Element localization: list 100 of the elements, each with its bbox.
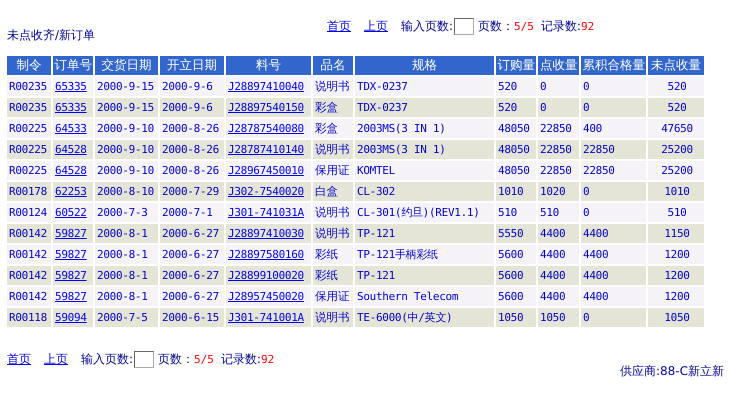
column-header: 点收量 xyxy=(538,56,579,75)
record-label: 记录数: xyxy=(540,18,581,35)
table-cell: 25200 xyxy=(648,140,704,159)
table-cell: 520 xyxy=(648,77,704,96)
column-header: 品名 xyxy=(313,56,353,75)
table-cell: TE-6000(中/英文) xyxy=(355,308,494,327)
table-cell: 2000-8-26 xyxy=(160,119,224,138)
table-cell: 说明书 xyxy=(313,308,353,327)
table-cell: CL-302 xyxy=(355,182,494,201)
table-cell: 520 xyxy=(648,98,704,117)
table-cell: 5600 xyxy=(496,266,536,285)
table-cell: R00178 xyxy=(7,182,51,201)
table-cell: 4400 xyxy=(538,287,579,306)
table-cell: 0 xyxy=(581,77,646,96)
table-cell: R00225 xyxy=(7,161,51,180)
table-cell: R00142 xyxy=(7,287,51,306)
page-label: 页数： xyxy=(158,351,194,368)
table-cell: 2000-7-5 xyxy=(95,308,158,327)
pager-link[interactable]: 首页 xyxy=(327,18,351,35)
record-label: 记录数: xyxy=(220,351,261,368)
table-cell: TP-121 xyxy=(355,224,494,243)
table-cell: 48050 xyxy=(496,140,536,159)
table-cell: 1010 xyxy=(496,182,536,201)
page-input[interactable] xyxy=(134,351,154,368)
table-cell: 22850 xyxy=(581,161,646,180)
supplier-label: 供应商:88-C新立新 xyxy=(620,363,724,380)
page-input-label: 输入页数: xyxy=(401,18,454,35)
table-cell: 2000-6-27 xyxy=(160,287,224,306)
pager-link[interactable]: 首页 xyxy=(7,351,31,368)
table-cell: 400 xyxy=(581,119,646,138)
table-cell: 5600 xyxy=(496,287,536,306)
table-cell: R00118 xyxy=(7,308,51,327)
table-cell: R00225 xyxy=(7,140,51,159)
table-cell: 4400 xyxy=(538,245,579,264)
table-cell: 彩纸 xyxy=(313,266,353,285)
table-cell: 1150 xyxy=(648,224,704,243)
table-cell: 510 xyxy=(538,203,579,222)
table-cell: 2000-6-27 xyxy=(160,266,224,285)
table-cell: 2000-9-6 xyxy=(160,98,224,117)
table-cell: 22850 xyxy=(581,140,646,159)
table-cell: 48050 xyxy=(496,161,536,180)
table-cell: 说明书 xyxy=(313,77,353,96)
table-cell: 1200 xyxy=(648,287,704,306)
table-cell: 彩盒 xyxy=(313,98,353,117)
table-cell: 1010 xyxy=(648,182,704,201)
table-cell: 22850 xyxy=(538,119,579,138)
column-header: 订单号 xyxy=(53,56,93,75)
table-cell: 1050 xyxy=(648,308,704,327)
table-cell: 510 xyxy=(648,203,704,222)
table-cell: 1200 xyxy=(648,245,704,264)
column-header: 规格 xyxy=(355,56,494,75)
table-cell: Southern Telecom xyxy=(355,287,494,306)
table-cell: 48050 xyxy=(496,119,536,138)
column-header: 料号 xyxy=(226,56,311,75)
table-cell: 2000-9-10 xyxy=(95,161,158,180)
table-cell: 2000-9-10 xyxy=(95,140,158,159)
table-cell: R00142 xyxy=(7,245,51,264)
table-cell: 2000-9-10 xyxy=(95,119,158,138)
table-cell: R00235 xyxy=(7,98,51,117)
table-cell: TDX-0237 xyxy=(355,77,494,96)
table-cell: 2000-8-26 xyxy=(160,140,224,159)
column-header: 订购量 xyxy=(496,56,536,75)
table-cell: 2000-6-15 xyxy=(160,308,224,327)
table-cell: 说明书 xyxy=(313,224,353,243)
table-cell: 保用证 xyxy=(313,161,353,180)
table-cell: 5600 xyxy=(496,245,536,264)
table-cell: 2000-8-26 xyxy=(160,161,224,180)
page-input[interactable] xyxy=(454,18,474,35)
table-cell: 520 xyxy=(496,98,536,117)
table-cell: TP-121 xyxy=(355,266,494,285)
table-cell: 4400 xyxy=(581,245,646,264)
table-cell: 1050 xyxy=(538,308,579,327)
table-cell: 2000-8-1 xyxy=(95,245,158,264)
table-cell: 2003MS(3 IN 1) xyxy=(355,140,494,159)
table-cell: R00124 xyxy=(7,203,51,222)
table-cell: 5550 xyxy=(496,224,536,243)
table-cell: 2000-9-15 xyxy=(95,98,158,117)
table-cell: 0 xyxy=(581,98,646,117)
pager-link[interactable]: 上页 xyxy=(364,18,388,35)
table-cell: 2000-7-29 xyxy=(160,182,224,201)
column-header: 开立日期 xyxy=(160,56,224,75)
table-cell: 4400 xyxy=(538,224,579,243)
pager-link[interactable]: 上页 xyxy=(44,351,68,368)
table-cell: 0 xyxy=(581,182,646,201)
page-value: 5/5 xyxy=(194,353,214,366)
table-cell: 1050 xyxy=(496,308,536,327)
table-cell: 2000-9-15 xyxy=(95,77,158,96)
table-cell: 4400 xyxy=(538,266,579,285)
table-cell: 0 xyxy=(538,98,579,117)
page-value: 5/5 xyxy=(514,20,534,33)
table-cell: 保用证 xyxy=(313,287,353,306)
table-cell: 22850 xyxy=(538,140,579,159)
table-cell: 4400 xyxy=(581,266,646,285)
table-cell: 0 xyxy=(581,203,646,222)
table-cell: 520 xyxy=(496,77,536,96)
column-header: 制令 xyxy=(7,56,51,75)
record-value: 92 xyxy=(580,20,594,33)
page-title: 未点收齐/新订单 xyxy=(7,27,96,44)
table-cell: 说明书 xyxy=(313,140,353,159)
table-cell: 47650 xyxy=(648,119,704,138)
